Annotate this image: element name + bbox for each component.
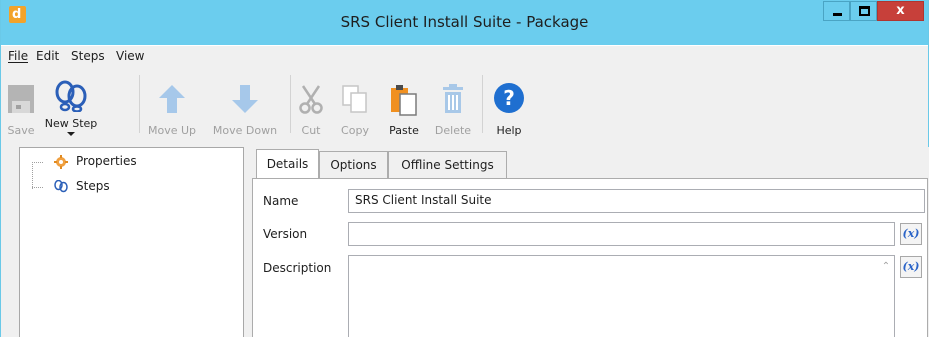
arrow-down-icon xyxy=(232,85,258,113)
name-label: Name xyxy=(263,194,298,208)
properties-icon xyxy=(54,155,68,169)
tab-offline-settings[interactable]: Offline Settings xyxy=(388,151,507,178)
svg-text:?: ? xyxy=(503,86,515,110)
description-field[interactable] xyxy=(348,255,895,337)
save-label: Save xyxy=(7,124,35,137)
copy-label: Copy xyxy=(341,124,369,137)
tree-item-label: Properties xyxy=(76,154,137,168)
paste-label: Paste xyxy=(389,124,419,137)
menu-edit-label: Edit xyxy=(36,49,60,63)
footprints-icon xyxy=(54,180,68,193)
close-icon: x xyxy=(896,3,905,18)
save-icon xyxy=(8,85,34,113)
description-label: Description xyxy=(263,261,331,275)
help-icon: ? xyxy=(494,83,524,113)
window-title: SRS Client Install Suite - Package xyxy=(340,13,589,31)
maximize-button[interactable] xyxy=(850,1,877,21)
chevron-down-icon xyxy=(67,132,75,136)
version-field[interactable] xyxy=(348,222,895,246)
version-variable-button[interactable]: (x) xyxy=(900,223,922,245)
name-label-text: Name xyxy=(263,194,299,208)
move-down-button[interactable]: Move Down xyxy=(205,72,285,137)
details-pane: Details Options Offline Settings Name SR… xyxy=(251,147,929,337)
delete-label: Delete xyxy=(434,124,472,137)
package-window: d SRS Client Install Suite - Package x F… xyxy=(0,0,929,337)
move-up-button[interactable]: Move Up xyxy=(141,72,203,137)
name-field[interactable]: SRS Client Install Suite xyxy=(348,189,925,213)
tree-item-label: Steps xyxy=(76,179,110,193)
trash-icon xyxy=(443,84,463,113)
tab-panel-details: Name SRS Client Install Suite Version (x… xyxy=(252,178,928,337)
arrow-up-icon xyxy=(159,85,185,113)
delete-button[interactable]: Delete xyxy=(429,72,477,137)
description-variable-button[interactable]: (x) xyxy=(900,256,922,278)
maximize-icon xyxy=(859,6,870,16)
scroll-up-icon[interactable]: ⌃ xyxy=(880,261,892,272)
copy-icon xyxy=(342,85,367,113)
cut-label: Cut xyxy=(301,124,321,137)
tab-options[interactable]: Options xyxy=(319,151,388,178)
copy-button[interactable]: Copy xyxy=(333,72,377,137)
menu-view[interactable]: View xyxy=(116,49,144,63)
title-bar[interactable]: d SRS Client Install Suite - Package x xyxy=(1,0,928,45)
help-label: Help xyxy=(496,124,522,137)
close-button[interactable]: x xyxy=(877,1,924,21)
new-step-button[interactable]: New Step xyxy=(41,72,101,136)
minimize-button[interactable] xyxy=(823,1,850,21)
toolbar: Save New Step Move Up Move Down Cut Copy… xyxy=(1,67,928,139)
toolbar-separator xyxy=(482,75,483,133)
tab-details[interactable]: Details xyxy=(256,149,319,178)
help-button[interactable]: ? Help xyxy=(487,72,531,137)
save-button[interactable]: Save xyxy=(3,72,39,137)
menu-view-label: View xyxy=(116,49,145,63)
toolbar-separator xyxy=(139,75,140,133)
move-down-label: Move Down xyxy=(212,124,278,137)
move-up-label: Move Up xyxy=(147,124,197,137)
cut-button[interactable]: Cut xyxy=(293,72,329,137)
clipboard-icon xyxy=(391,85,417,116)
minimize-icon xyxy=(833,13,842,16)
tree-connector xyxy=(32,162,43,163)
menu-file[interactable]: File xyxy=(8,49,29,63)
menu-bar: File Edit Steps View xyxy=(1,45,928,67)
tree-connector xyxy=(32,187,43,188)
menu-file-label: File xyxy=(8,49,29,63)
menu-steps[interactable]: Steps xyxy=(71,49,105,63)
footprints-icon xyxy=(55,80,87,112)
menu-edit[interactable]: Edit xyxy=(36,49,59,63)
tree-view[interactable]: Properties Steps xyxy=(19,147,244,337)
menu-steps-label: Steps xyxy=(71,49,105,63)
version-label-text: Version xyxy=(263,227,308,241)
paste-button[interactable]: Paste xyxy=(381,72,427,137)
description-label-text: Description xyxy=(263,261,332,275)
scissors-icon xyxy=(299,85,323,114)
new-step-label: New Step xyxy=(44,117,98,130)
toolbar-separator xyxy=(290,75,291,133)
version-label: Version xyxy=(263,227,307,241)
tree-connector xyxy=(32,162,33,189)
